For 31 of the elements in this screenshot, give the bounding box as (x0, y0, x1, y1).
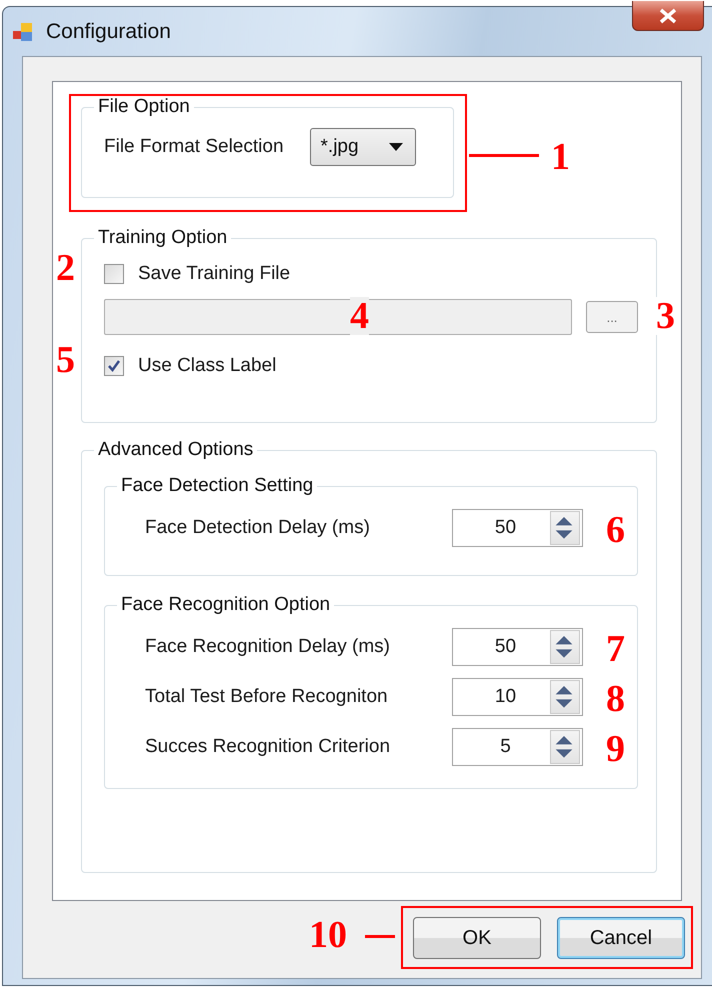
number-spinner[interactable]: 50 (452, 628, 583, 666)
group-title: Advanced Options (97, 439, 254, 461)
close-button[interactable] (632, 1, 704, 31)
checkbox[interactable] (104, 356, 124, 376)
checkbox-label: Save Training File (138, 263, 290, 285)
checkmark-icon (107, 359, 121, 373)
field-label: Face Detection Delay (ms) (145, 517, 370, 539)
number-spinner[interactable]: 5 (452, 728, 583, 766)
callout-number: 3 (656, 297, 675, 335)
field-label: Succes Recognition Criterion (145, 736, 390, 758)
group-title: Face Detection Setting (120, 475, 314, 497)
checkbox-label: Use Class Label (138, 355, 276, 377)
dialog-button[interactable]: OK (413, 917, 541, 959)
group-title: Training Option (97, 227, 228, 249)
callout-number: 4 (350, 297, 369, 335)
number-spinner[interactable]: 10 (452, 678, 583, 716)
group-title: File Option (97, 96, 191, 118)
dialog-button[interactable]: Cancel (557, 917, 685, 959)
format-dropdown[interactable]: *.jpg (310, 128, 416, 166)
callout-number: 10 (309, 916, 347, 954)
window-title: Configuration (46, 20, 171, 44)
caret-icon (388, 143, 403, 151)
path-field[interactable] (104, 299, 572, 335)
field-label: Total Test Before Recogniton (145, 686, 388, 708)
checkbox[interactable] (104, 264, 124, 284)
number-spinner[interactable]: 50 (452, 509, 583, 547)
field-label: Face Recognition Delay (ms) (145, 636, 390, 658)
close-icon (657, 8, 679, 24)
field-label: File Format Selection (104, 136, 284, 158)
browse-button[interactable]: ... (586, 301, 638, 333)
group-title: Face Recognition Option (120, 594, 332, 616)
